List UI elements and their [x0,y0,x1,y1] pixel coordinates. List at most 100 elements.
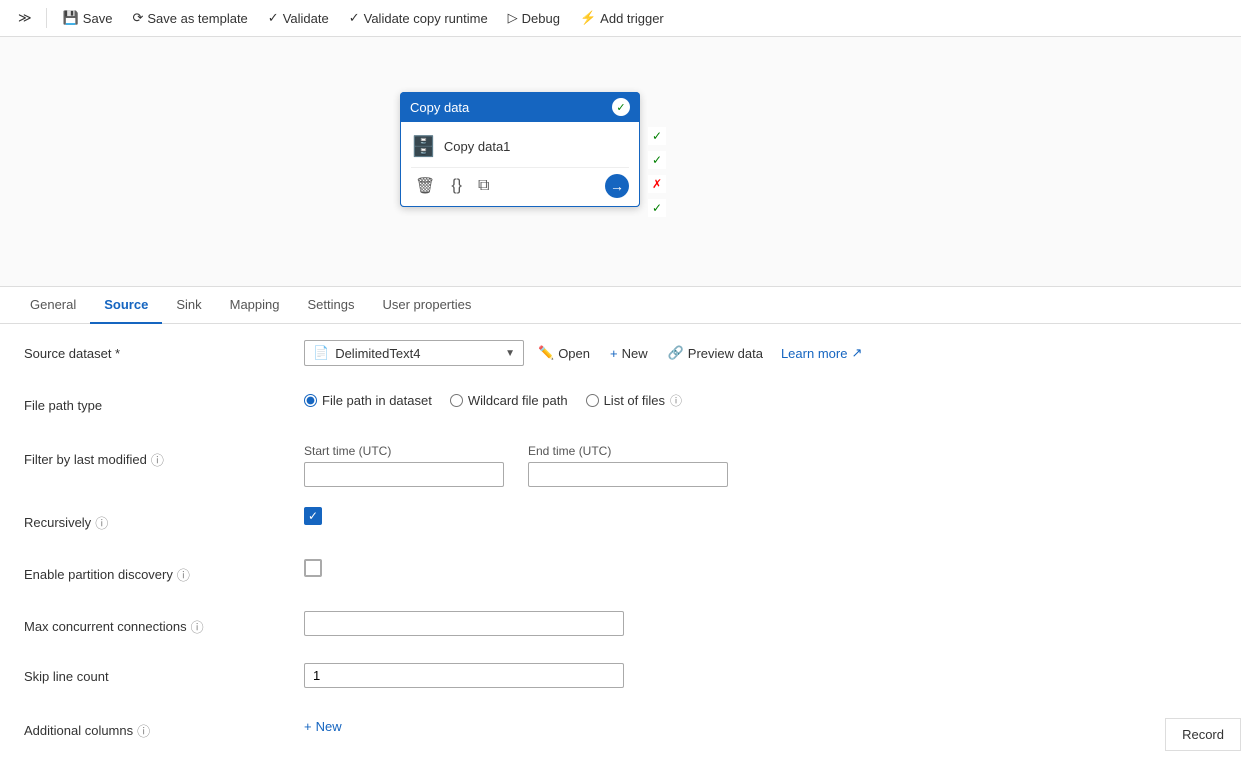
tab-general[interactable]: General [16,287,90,324]
recursively-info-icon: ⓘ [95,513,108,532]
filter-by-modified-content: Start time (UTC) End time (UTC) [304,444,1217,487]
enable-partition-content [304,559,1217,577]
validate-runtime-button[interactable]: ✓ Validate copy runtime [341,6,496,30]
node-subtitle: Copy data1 [444,139,511,154]
recursively-content: ✓ [304,507,1217,525]
save-template-icon: ⟳ [132,10,143,26]
next-node-button[interactable]: → [605,174,629,198]
tab-sink[interactable]: Sink [162,287,215,324]
save-button[interactable]: 💾 Save [55,6,121,30]
code-node-button[interactable]: {} [447,174,466,198]
tab-settings[interactable]: Settings [294,287,369,324]
validate-runtime-check-icon: ✓ [349,10,360,26]
enable-partition-label: Enable partition discovery ⓘ [24,559,304,584]
node-check-icon: ✓ [612,98,630,116]
learn-more-link[interactable]: Learn more ↗ [777,341,866,365]
source-dataset-label: Source dataset * [24,340,304,361]
plus-icon: + [610,346,618,361]
delete-node-button[interactable]: 🗑 [411,174,439,198]
max-connections-content [304,611,1217,636]
toolbar-separator [46,8,47,28]
skip-line-count-input[interactable] [304,663,624,688]
additional-columns-content: + New [304,715,1217,738]
validate-button[interactable]: ✓ Validate [260,6,337,30]
dropdown-arrow-icon: ▼ [505,348,515,359]
tab-user-properties[interactable]: User properties [368,287,485,324]
expand-button[interactable]: ≫ [12,6,38,30]
enable-partition-checkbox[interactable] [304,559,322,577]
end-time-label: End time (UTC) [528,444,728,458]
list-of-files-info-icon: ⓘ [670,392,682,409]
start-time-group: Start time (UTC) [304,444,504,487]
node-content-row: 🗄️ Copy data1 [411,130,629,163]
add-trigger-button[interactable]: ⚡ Add trigger [572,6,672,30]
partition-info-icon: ⓘ [177,565,190,584]
debug-button[interactable]: ▷ Debug [500,6,568,30]
start-time-label: Start time (UTC) [304,444,504,458]
recursively-row: Recursively ⓘ ✓ [24,507,1217,539]
additional-columns-row: Additional columns ⓘ + New [24,715,1217,747]
properties-panel: Source dataset * 📄 DelimitedText4 ▼ ✏️ O… [0,324,1241,783]
radio-file-path-in-dataset[interactable]: File path in dataset [304,393,432,408]
preview-data-button[interactable]: 🔗 Preview data [662,341,769,365]
open-button[interactable]: ✏️ Open [532,341,596,365]
indicator-check1: ✓ [648,127,666,145]
side-indicators: ✓ ✓ ✗ ✓ [648,127,666,217]
record-button[interactable]: Record [1165,718,1241,751]
radio-list-of-files[interactable]: List of files ⓘ [586,392,682,409]
time-inputs: Start time (UTC) End time (UTC) [304,444,728,487]
max-connections-row: Max concurrent connections ⓘ [24,611,1217,643]
max-connections-label: Max concurrent connections ⓘ [24,611,304,636]
database-icon: 🗄️ [411,134,436,159]
tab-source[interactable]: Source [90,287,162,324]
file-path-type-content: File path in dataset Wildcard file path … [304,392,1217,409]
additional-columns-label: Additional columns ⓘ [24,715,304,740]
tabs-bar: General Source Sink Mapping Settings Use… [0,287,1241,324]
tab-mapping[interactable]: Mapping [216,287,294,324]
additional-new-button[interactable]: + New [304,715,342,738]
end-time-input[interactable] [528,462,728,487]
node-title: Copy data [410,100,469,115]
end-time-group: End time (UTC) [528,444,728,487]
debug-icon: ▷ [508,10,518,26]
radio-wildcard-file-path[interactable]: Wildcard file path [450,393,568,408]
trigger-icon: ⚡ [580,10,596,26]
save-template-button[interactable]: ⟳ Save as template [124,6,255,30]
external-link-icon: ↗ [851,345,862,361]
expand-icon: ≫ [18,10,32,26]
max-connections-input[interactable] [304,611,624,636]
source-dataset-content: 📄 DelimitedText4 ▼ ✏️ Open + New 🔗 Previ… [304,340,1217,366]
preview-icon: 🔗 [668,345,684,361]
file-path-type-label: File path type [24,392,304,413]
file-icon: 📄 [313,345,329,361]
dataset-value: DelimitedText4 [335,346,499,361]
new-dataset-button[interactable]: + New [604,342,654,365]
node-actions: 🗑 {} ⧉ → [411,167,629,198]
indicator-check2: ✓ [648,151,666,169]
save-icon: 💾 [63,10,79,26]
max-connections-info-icon: ⓘ [191,617,204,636]
dataset-select-wrapper[interactable]: 📄 DelimitedText4 ▼ [304,340,524,366]
recursively-label: Recursively ⓘ [24,507,304,532]
skip-line-count-content [304,663,1217,688]
source-dataset-row: Source dataset * 📄 DelimitedText4 ▼ ✏️ O… [24,340,1217,372]
node-header: Copy data ✓ [400,92,640,122]
recursively-checkbox[interactable]: ✓ [304,507,322,525]
additional-plus-icon: + [304,719,312,734]
filter-info-icon: ⓘ [151,450,164,469]
file-path-radio-group: File path in dataset Wildcard file path … [304,392,682,409]
filter-by-modified-row: Filter by last modified ⓘ Start time (UT… [24,444,1217,487]
edit-icon: ✏️ [538,345,554,361]
copy-node-button[interactable]: ⧉ [474,174,493,198]
start-time-input[interactable] [304,462,504,487]
additional-columns-info-icon: ⓘ [137,721,150,740]
indicator-check3: ✓ [648,199,666,217]
enable-partition-row: Enable partition discovery ⓘ [24,559,1217,591]
skip-line-count-label: Skip line count [24,663,304,684]
file-path-type-row: File path type File path in dataset Wild… [24,392,1217,424]
skip-line-count-row: Skip line count [24,663,1217,695]
node-body: 🗄️ Copy data1 🗑 {} ⧉ → [400,122,640,207]
toolbar: ≫ 💾 Save ⟳ Save as template ✓ Validate ✓… [0,0,1241,37]
pipeline-node[interactable]: Copy data ✓ 🗄️ Copy data1 🗑 {} ⧉ → [400,92,640,207]
filter-by-modified-label: Filter by last modified ⓘ [24,444,304,469]
